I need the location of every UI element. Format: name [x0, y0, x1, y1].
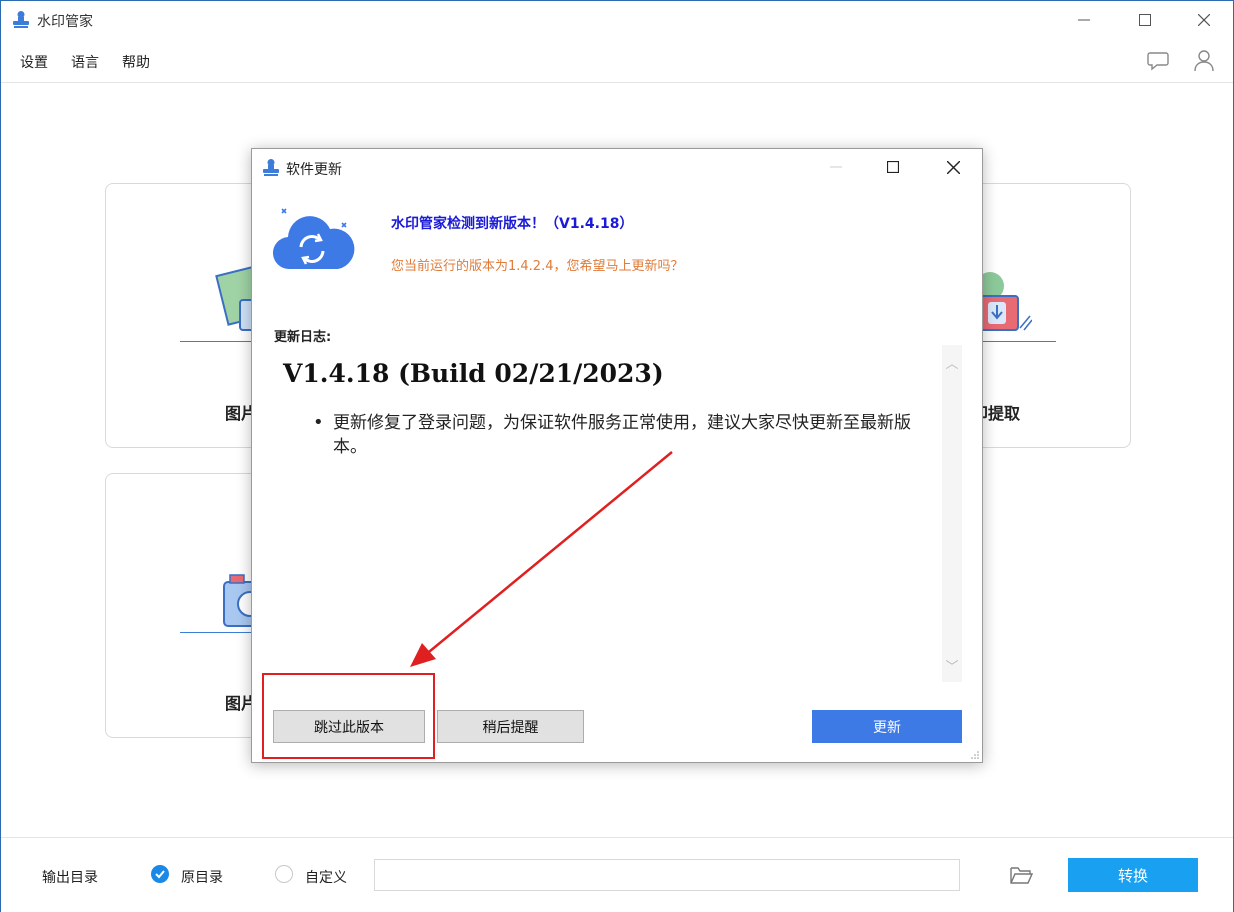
changelog-content: V1.4.18 (Build 02/21/2023) 更新修复了登录问题，为保证…: [274, 345, 962, 682]
output-path-input[interactable]: [374, 859, 960, 891]
feature-card-watermark-extract[interactable]: 印提取: [971, 183, 1131, 448]
close-icon: [1198, 14, 1210, 26]
folder-open-icon[interactable]: [1009, 864, 1033, 886]
maximize-icon: [887, 161, 899, 173]
checkmark-icon: [155, 870, 165, 879]
user-icon[interactable]: [1192, 48, 1216, 72]
output-directory-label: 输出目录: [42, 870, 98, 886]
radio-original-directory[interactable]: [151, 865, 169, 883]
chat-bubble-icon[interactable]: [1146, 48, 1170, 72]
update-button[interactable]: 更新: [812, 710, 962, 743]
original-directory-label[interactable]: 原目录: [181, 867, 223, 887]
update-dialog: 软件更新 水印管家检测到新版本！（V1.4.18） 您当前运行的版本为1.4.2…: [251, 148, 983, 763]
stamp-icon: [263, 159, 279, 176]
title-bar: 水印管家: [1, 1, 1233, 39]
changelog-version: V1.4.18 (Build 02/21/2023): [283, 359, 664, 388]
maximize-button[interactable]: [1122, 5, 1168, 35]
update-subline: 您当前运行的版本为1.4.2.4，您希望马上更新吗？: [391, 259, 684, 274]
annotation-highlight-box: [262, 673, 435, 759]
card-divider: [972, 341, 1056, 342]
custom-directory-label[interactable]: 自定义: [305, 867, 347, 887]
update-headline: 水印管家检测到新版本！（V1.4.18）: [391, 216, 634, 232]
feature-card-image-tool[interactable]: 图片: [105, 473, 266, 738]
maximize-icon: [1139, 14, 1151, 26]
dialog-maximize-button[interactable]: [870, 151, 916, 183]
minimize-icon: [830, 166, 842, 168]
menu-help[interactable]: 帮助: [122, 52, 150, 72]
close-button[interactable]: [1181, 5, 1227, 35]
scroll-up-icon[interactable]: ︿: [942, 353, 962, 372]
app-title: 水印管家: [37, 14, 93, 30]
changelog-list: 更新修复了登录问题，为保证软件服务正常使用，建议大家尽快更新至最新版本。: [313, 411, 943, 459]
dialog-minimize-button: [813, 151, 859, 183]
dialog-title: 软件更新: [286, 162, 342, 178]
close-icon: [946, 160, 960, 174]
dialog-title-bar: 软件更新: [252, 149, 982, 185]
resize-grip-icon[interactable]: [970, 750, 980, 760]
changelog-title: 更新日志:: [274, 330, 332, 345]
list-item: 更新修复了登录问题，为保证软件服务正常使用，建议大家尽快更新至最新版本。: [313, 411, 943, 459]
stamp-icon: [13, 11, 29, 28]
output-bar: 输出目录 原目录 自定义 转换: [1, 837, 1233, 912]
menu-settings[interactable]: 设置: [20, 52, 48, 72]
feature-card-image-watermark[interactable]: 图片: [105, 183, 266, 448]
scroll-down-icon[interactable]: ﹀: [942, 656, 962, 675]
dialog-close-button[interactable]: [930, 151, 976, 183]
changelog-scrollbar[interactable]: ︿ ﹀: [942, 345, 962, 682]
remind-later-button[interactable]: 稍后提醒: [437, 710, 584, 743]
cloud-sync-icon: [272, 208, 355, 270]
radio-custom-directory[interactable]: [275, 865, 293, 883]
convert-button[interactable]: 转换: [1068, 858, 1198, 892]
menu-language[interactable]: 语言: [71, 52, 99, 72]
minimize-button[interactable]: [1061, 5, 1107, 35]
minimize-icon: [1078, 19, 1090, 21]
menu-bar: 设置 语言 帮助: [1, 39, 1233, 83]
